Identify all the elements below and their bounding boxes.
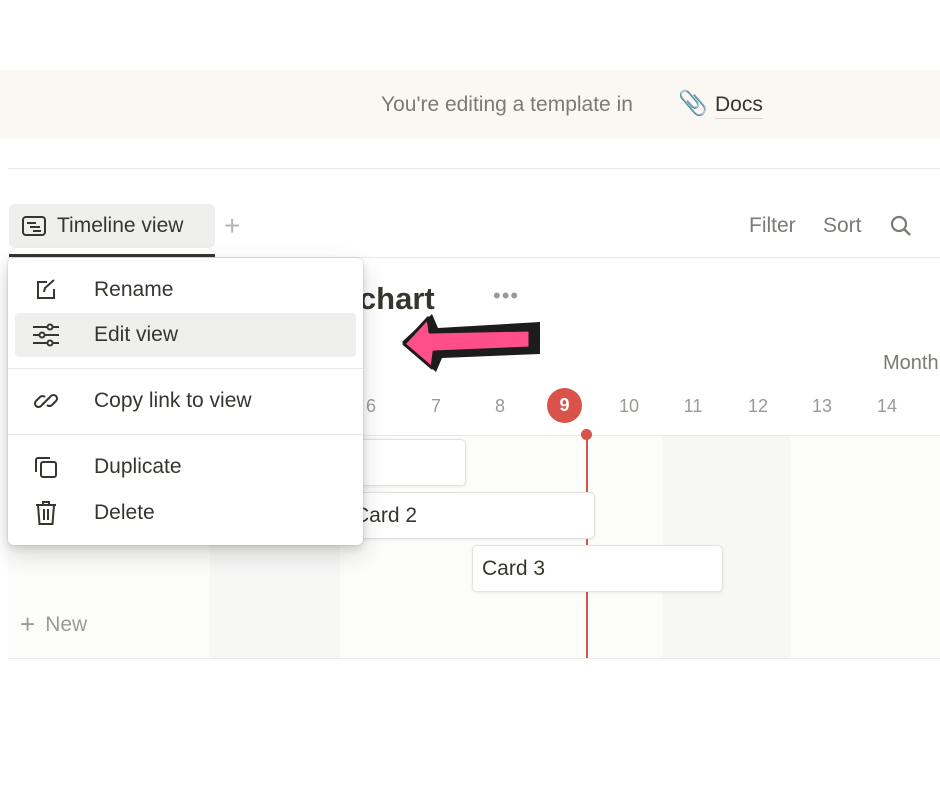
divider	[8, 168, 940, 169]
sort-button[interactable]: Sort	[823, 214, 862, 238]
search-icon[interactable]	[889, 214, 913, 238]
today-dot	[581, 429, 592, 440]
filter-button[interactable]: Filter	[749, 214, 796, 238]
menu-item-label: Edit view	[94, 323, 179, 346]
link-icon	[33, 393, 59, 409]
day-label: 12	[747, 396, 769, 416]
menu-item-rename[interactable]: Rename	[15, 268, 356, 312]
tab-label: Timeline view	[57, 214, 184, 237]
plus-icon: +	[20, 609, 36, 639]
add-view-button[interactable]: +	[224, 210, 240, 242]
menu-item-copy-link[interactable]: Copy link to view	[15, 379, 356, 423]
arrow-left-icon	[402, 314, 540, 372]
menu-item-label: Rename	[94, 278, 174, 301]
divider	[8, 658, 940, 659]
sliders-icon	[33, 323, 59, 347]
new-item-button[interactable]: + New	[20, 609, 87, 640]
paperclip-icon: 📎	[678, 90, 708, 117]
edit-icon	[37, 279, 55, 299]
docs-link[interactable]: Docs	[715, 93, 763, 119]
banner-text: You're editing a template in	[381, 93, 633, 116]
day-label: 10	[618, 396, 640, 416]
menu-item-duplicate[interactable]: Duplicate	[15, 445, 356, 489]
zoom-select[interactable]: Month	[883, 352, 939, 375]
menu-item-label: Duplicate	[94, 455, 182, 478]
menu-item-edit-view[interactable]: Edit view	[15, 313, 356, 357]
day-label: 7	[430, 396, 441, 416]
menu-divider	[8, 368, 363, 369]
menu-item-label: Copy link to view	[94, 389, 252, 412]
day-label: 8	[494, 396, 505, 416]
menu-item-delete[interactable]: Delete	[15, 491, 356, 535]
trash-icon	[36, 501, 56, 525]
card-label: Card 2	[354, 503, 418, 527]
view-context-menu: Rename Edit view Copy link to view Dupli…	[8, 258, 363, 545]
tab-timeline-view[interactable]: Timeline view	[9, 204, 215, 248]
duplicate-icon	[35, 457, 57, 478]
menu-divider	[8, 434, 363, 435]
timeline-icon	[22, 216, 46, 236]
day-label: 11	[683, 396, 703, 416]
today-marker: 9	[547, 388, 582, 423]
card-label: Card 3	[482, 556, 546, 580]
menu-item-label: Delete	[94, 501, 155, 524]
day-label: 13	[811, 396, 833, 416]
more-options-button[interactable]: •••	[493, 283, 519, 309]
new-label: New	[45, 612, 88, 636]
timeline-card[interactable]: Card 3	[472, 545, 723, 592]
day-label: 14	[876, 396, 898, 416]
